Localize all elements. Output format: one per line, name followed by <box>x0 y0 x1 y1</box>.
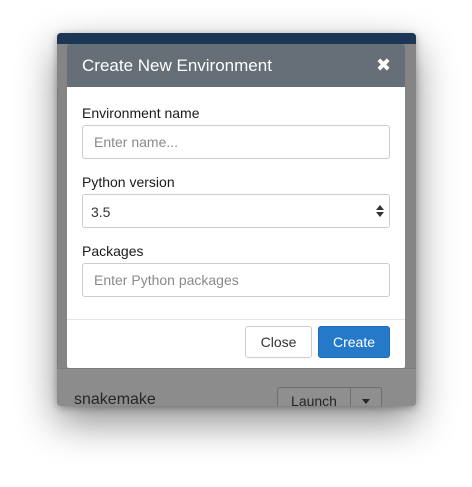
environment-name-label: Environment name <box>82 105 200 121</box>
dialog-body: Environment name Python version 3.5 Pack… <box>67 87 405 297</box>
python-version-value: 3.5 <box>91 204 111 220</box>
screen: snakemake Launch Create New Environment … <box>0 0 472 487</box>
dialog-title: Create New Environment <box>82 56 272 75</box>
environment-name-input[interactable] <box>82 125 390 159</box>
packages-label: Packages <box>82 243 144 259</box>
background-app-topbar <box>57 33 416 44</box>
close-button[interactable]: Close <box>245 326 312 358</box>
create-environment-dialog: Create New Environment ✖ Environment nam… <box>67 44 405 368</box>
background-environment-row: snakemake Launch <box>57 368 416 406</box>
background-environment-name: snakemake <box>74 391 156 406</box>
python-version-select[interactable]: 3.5 <box>82 194 390 228</box>
select-arrows-icon <box>376 204 384 218</box>
background-launch-button: Launch <box>277 387 351 406</box>
dialog-footer: Close Create <box>67 319 405 368</box>
background-launch-dropdown-icon <box>351 387 382 406</box>
packages-input[interactable] <box>82 263 390 297</box>
close-x-icon[interactable]: ✖ <box>376 55 391 75</box>
background-divider <box>57 88 58 366</box>
create-button[interactable]: Create <box>318 326 390 358</box>
dialog-header: Create New Environment ✖ <box>67 44 405 87</box>
python-version-label: Python version <box>82 174 175 190</box>
